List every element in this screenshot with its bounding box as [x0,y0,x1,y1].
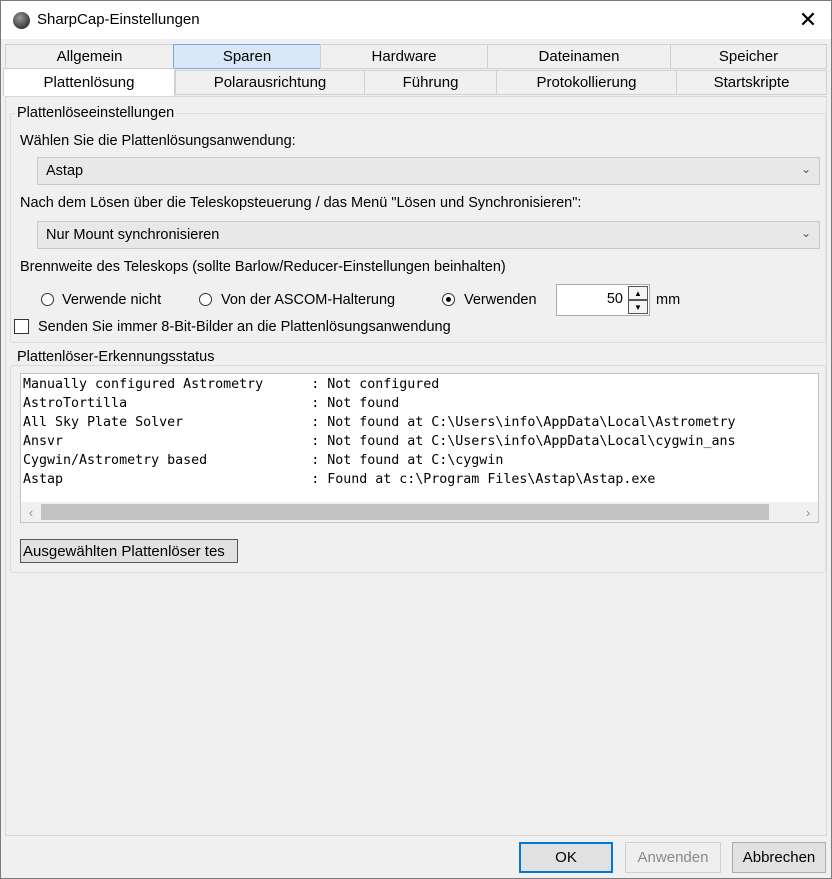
sharpcap-app-icon [13,12,30,29]
solver-app-label: Wählen Sie die Plattenlösungsanwendung: [20,133,296,149]
tab-sparen[interactable]: Sparen [173,44,321,69]
after-solve-value: Nur Mount synchronisieren [46,227,220,243]
apply-button[interactable]: Anwenden [625,842,721,873]
tab-allgemein[interactable]: Allgemein [5,44,174,69]
title-bar: SharpCap-Einstellungen ✕ [1,1,831,39]
radio-ascom-mount-label: Von der ASCOM-Halterung [221,292,396,308]
focal-unit-label: mm [656,292,681,308]
scrollbar-thumb[interactable] [41,504,769,520]
spin-down-button[interactable]: ▼ [628,300,648,314]
solver-app-value: Astap [46,163,84,179]
radio-use-label: Verwenden [464,292,537,308]
status-line: All Sky Plate Solver : Not found at C:\U… [23,415,736,430]
radio-not-use-label: Verwende nicht [62,292,162,308]
send-8bit-label: Senden Sie immer 8-Bit-Bilder an die Pla… [38,319,451,335]
solver-status-textbox[interactable]: Manually configured Astrometry : Not con… [20,373,819,523]
ok-button[interactable]: OK [519,842,613,873]
tab-hardware[interactable]: Hardware [320,44,488,69]
horizontal-scrollbar[interactable]: ‹ › [21,502,818,522]
window-title: SharpCap-Einstellungen [37,11,200,28]
radio-not-use[interactable] [41,293,54,306]
scroll-left-icon[interactable]: ‹ [21,502,41,522]
focal-length-label: Brennweite des Teleskops (sollte Barlow/… [20,259,506,275]
chevron-down-icon: ⌄ [800,162,811,176]
status-line: Cygwin/Astrometry based : Not found at C… [23,453,504,468]
settings-window: SharpCap-Einstellungen ✕ Allgemein Spare… [0,0,832,879]
solver-app-dropdown[interactable]: Astap ⌄ [37,157,820,185]
spin-up-button[interactable]: ▲ [628,286,648,300]
close-button[interactable]: ✕ [785,1,831,39]
scroll-right-icon[interactable]: › [798,502,818,522]
radio-use[interactable] [442,293,455,306]
cancel-button[interactable]: Abbrechen [732,842,826,873]
tab-speicher[interactable]: Speicher [670,44,827,69]
chevron-down-icon: ⌄ [800,226,811,240]
radio-ascom-mount[interactable] [199,293,212,306]
tab-plattenloesung[interactable]: Plattenlösung [3,68,175,96]
after-solve-dropdown[interactable]: Nur Mount synchronisieren ⌄ [37,221,820,249]
status-line: Ansvr : Not found at C:\Users\info\AppDa… [23,434,736,449]
after-solve-label: Nach dem Lösen über die Teleskopsteuerun… [20,195,582,211]
tab-dateinamen[interactable]: Dateinamen [487,44,671,69]
tab-polarausrichtung[interactable]: Polarausrichtung [175,70,365,95]
test-solver-button[interactable]: Ausgewählten Plattenlöser tes [20,539,238,563]
tab-protokollierung[interactable]: Protokollierung [496,70,677,95]
tab-fuehrung[interactable]: Führung [364,70,497,95]
solver-status-title: Plattenlöser-Erkennungsstatus [15,349,217,365]
status-line: Astap : Found at c:\Program Files\Astap\… [23,472,656,487]
focal-length-value: 50 [606,291,623,307]
focal-length-input[interactable]: 50 ▲ ▼ [556,284,650,316]
status-line: Manually configured Astrometry : Not con… [23,377,440,392]
tab-startskripte[interactable]: Startskripte [676,70,827,95]
send-8bit-checkbox[interactable] [14,319,29,334]
status-line: AstroTortilla : Not found [23,396,400,411]
solver-settings-title: Plattenlöseeinstellungen [15,105,177,121]
